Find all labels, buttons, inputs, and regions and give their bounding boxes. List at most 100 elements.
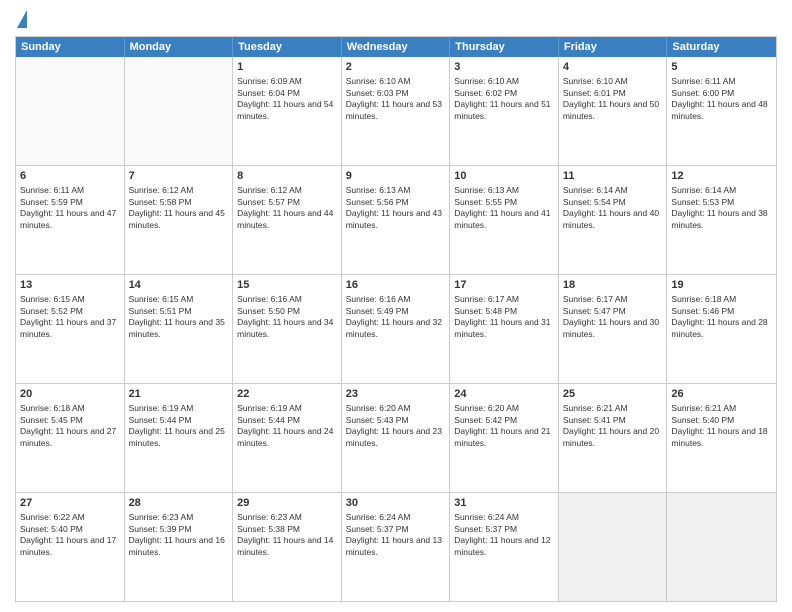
day-number: 30 [346, 496, 446, 510]
calendar-cell: 27 Sunrise: 6:22 AMSunset: 5:40 PMDayligh… [16, 493, 125, 601]
weekday-header: Sunday [16, 37, 125, 57]
day-number: 1 [237, 60, 337, 74]
cell-info: Sunrise: 6:10 AMSunset: 6:01 PMDaylight:… [563, 76, 663, 122]
cell-info: Sunrise: 6:17 AMSunset: 5:47 PMDaylight:… [563, 294, 663, 340]
cell-info: Sunrise: 6:24 AMSunset: 5:37 PMDaylight:… [454, 512, 554, 558]
calendar-cell: 15 Sunrise: 6:16 AMSunset: 5:50 PMDayligh… [233, 275, 342, 383]
cell-info: Sunrise: 6:21 AMSunset: 5:40 PMDaylight:… [671, 403, 772, 449]
calendar-cell: 2Sunrise: 6:10 AMSunset: 6:03 PMDaylight… [342, 57, 451, 165]
calendar-cell: 24 Sunrise: 6:20 AMSunset: 5:42 PMDayligh… [450, 384, 559, 492]
day-number: 15 [237, 278, 337, 292]
calendar-cell: 31 Sunrise: 6:24 AMSunset: 5:37 PMDayligh… [450, 493, 559, 601]
calendar-row: 20Sunrise: 6:18 AMSunset: 5:45 PMDayligh… [16, 383, 776, 492]
day-number: 16 [346, 278, 446, 292]
calendar-cell: 11Sunrise: 6:14 AMSunset: 5:54 PMDayligh… [559, 166, 668, 274]
cell-info: Sunrise: 6:20 AMSunset: 5:43 PMDaylight:… [346, 403, 446, 449]
weekday-header: Tuesday [233, 37, 342, 57]
cell-info: Sunrise: 6:12 AMSunset: 5:58 PMDaylight:… [129, 185, 229, 231]
cell-info: Sunrise: 6:10 AMSunset: 6:03 PMDaylight:… [346, 76, 446, 122]
cell-info: Sunrise: 6:13 AMSunset: 5:56 PMDaylight:… [346, 185, 446, 231]
cell-info: Sunrise: 6:15 AMSunset: 5:52 PMDaylight:… [20, 294, 120, 340]
calendar-cell: 19Sunrise: 6:18 AMSunset: 5:46 PMDayligh… [667, 275, 776, 383]
cell-info: Sunrise: 6:21 AMSunset: 5:41 PMDaylight:… [563, 403, 663, 449]
day-number: 18 [563, 278, 663, 292]
cell-info: Sunrise: 6:16 AMSunset: 5:49 PMDaylight:… [346, 294, 446, 340]
calendar-cell: 3 Sunrise: 6:10 AMSunset: 6:02 PMDaylight… [450, 57, 559, 165]
calendar-cell: 28 Sunrise: 6:23 AMSunset: 5:39 PMDayligh… [125, 493, 234, 601]
calendar-cell: 30 Sunrise: 6:24 AMSunset: 5:37 PMDayligh… [342, 493, 451, 601]
cell-info: Sunrise: 6:23 AMSunset: 5:38 PMDaylight:… [237, 512, 337, 558]
calendar-cell [559, 493, 668, 601]
day-number: 26 [671, 387, 772, 401]
cell-info: Sunrise: 6:12 AMSunset: 5:57 PMDaylight:… [237, 185, 337, 231]
weekday-header: Saturday [667, 37, 776, 57]
calendar-cell: 23 Sunrise: 6:20 AMSunset: 5:43 PMDayligh… [342, 384, 451, 492]
day-number: 28 [129, 496, 229, 510]
weekday-header: Thursday [450, 37, 559, 57]
day-number: 23 [346, 387, 446, 401]
calendar-cell: 22 Sunrise: 6:19 AMSunset: 5:44 PMDayligh… [233, 384, 342, 492]
day-number: 21 [129, 387, 229, 401]
calendar-cell: 13 Sunrise: 6:15 AMSunset: 5:52 PMDayligh… [16, 275, 125, 383]
calendar-cell: 1 Sunrise: 6:09 AMSunset: 6:04 PMDaylight… [233, 57, 342, 165]
cell-info: Sunrise: 6:22 AMSunset: 5:40 PMDaylight:… [20, 512, 120, 558]
logo [15, 10, 27, 30]
calendar-body: 1 Sunrise: 6:09 AMSunset: 6:04 PMDaylight… [16, 57, 776, 601]
cell-info: Sunrise: 6:23 AMSunset: 5:39 PMDaylight:… [129, 512, 229, 558]
calendar-cell [16, 57, 125, 165]
day-number: 31 [454, 496, 554, 510]
calendar-cell: 12 Sunrise: 6:14 AMSunset: 5:53 PMDayligh… [667, 166, 776, 274]
day-number: 19 [671, 278, 772, 292]
cell-info: Sunrise: 6:11 AMSunset: 5:59 PMDaylight:… [20, 185, 120, 231]
calendar-cell: 7Sunrise: 6:12 AMSunset: 5:58 PMDaylight… [125, 166, 234, 274]
day-number: 10 [454, 169, 554, 183]
cell-info: Sunrise: 6:10 AMSunset: 6:02 PMDaylight:… [454, 76, 554, 122]
calendar-cell: 10 Sunrise: 6:13 AMSunset: 5:55 PMDayligh… [450, 166, 559, 274]
day-number: 25 [563, 387, 663, 401]
day-number: 14 [129, 278, 229, 292]
cell-info: Sunrise: 6:17 AMSunset: 5:48 PMDaylight:… [454, 294, 554, 340]
day-number: 9 [346, 169, 446, 183]
day-number: 27 [20, 496, 120, 510]
calendar-cell: 25 Sunrise: 6:21 AMSunset: 5:41 PMDayligh… [559, 384, 668, 492]
calendar-cell: 20Sunrise: 6:18 AMSunset: 5:45 PMDayligh… [16, 384, 125, 492]
day-number: 11 [563, 169, 663, 183]
calendar-row: 1 Sunrise: 6:09 AMSunset: 6:04 PMDaylight… [16, 57, 776, 165]
cell-info: Sunrise: 6:11 AMSunset: 6:00 PMDaylight:… [671, 76, 772, 122]
calendar-cell: 4 Sunrise: 6:10 AMSunset: 6:01 PMDaylight… [559, 57, 668, 165]
calendar-row: 6Sunrise: 6:11 AMSunset: 5:59 PMDaylight… [16, 165, 776, 274]
cell-info: Sunrise: 6:20 AMSunset: 5:42 PMDaylight:… [454, 403, 554, 449]
header [15, 10, 777, 30]
day-number: 4 [563, 60, 663, 74]
day-number: 5 [671, 60, 772, 74]
day-number: 24 [454, 387, 554, 401]
calendar-cell: 17 Sunrise: 6:17 AMSunset: 5:48 PMDayligh… [450, 275, 559, 383]
calendar-cell: 6Sunrise: 6:11 AMSunset: 5:59 PMDaylight… [16, 166, 125, 274]
cell-info: Sunrise: 6:14 AMSunset: 5:53 PMDaylight:… [671, 185, 772, 231]
weekday-header: Wednesday [342, 37, 451, 57]
day-number: 20 [20, 387, 120, 401]
cell-info: Sunrise: 6:15 AMSunset: 5:51 PMDaylight:… [129, 294, 229, 340]
calendar-header: SundayMondayTuesdayWednesdayThursdayFrid… [16, 37, 776, 57]
day-number: 3 [454, 60, 554, 74]
cell-info: Sunrise: 6:24 AMSunset: 5:37 PMDaylight:… [346, 512, 446, 558]
day-number: 22 [237, 387, 337, 401]
calendar: SundayMondayTuesdayWednesdayThursdayFrid… [15, 36, 777, 602]
page: SundayMondayTuesdayWednesdayThursdayFrid… [0, 0, 792, 612]
weekday-header: Friday [559, 37, 668, 57]
day-number: 13 [20, 278, 120, 292]
calendar-cell: 26 Sunrise: 6:21 AMSunset: 5:40 PMDayligh… [667, 384, 776, 492]
cell-info: Sunrise: 6:09 AMSunset: 6:04 PMDaylight:… [237, 76, 337, 122]
day-number: 29 [237, 496, 337, 510]
cell-info: Sunrise: 6:16 AMSunset: 5:50 PMDaylight:… [237, 294, 337, 340]
cell-info: Sunrise: 6:19 AMSunset: 5:44 PMDaylight:… [237, 403, 337, 449]
day-number: 8 [237, 169, 337, 183]
cell-info: Sunrise: 6:13 AMSunset: 5:55 PMDaylight:… [454, 185, 554, 231]
calendar-cell [125, 57, 234, 165]
day-number: 17 [454, 278, 554, 292]
calendar-row: 13 Sunrise: 6:15 AMSunset: 5:52 PMDayligh… [16, 274, 776, 383]
calendar-cell: 16 Sunrise: 6:16 AMSunset: 5:49 PMDayligh… [342, 275, 451, 383]
calendar-cell: 21 Sunrise: 6:19 AMSunset: 5:44 PMDayligh… [125, 384, 234, 492]
cell-info: Sunrise: 6:19 AMSunset: 5:44 PMDaylight:… [129, 403, 229, 449]
day-number: 12 [671, 169, 772, 183]
